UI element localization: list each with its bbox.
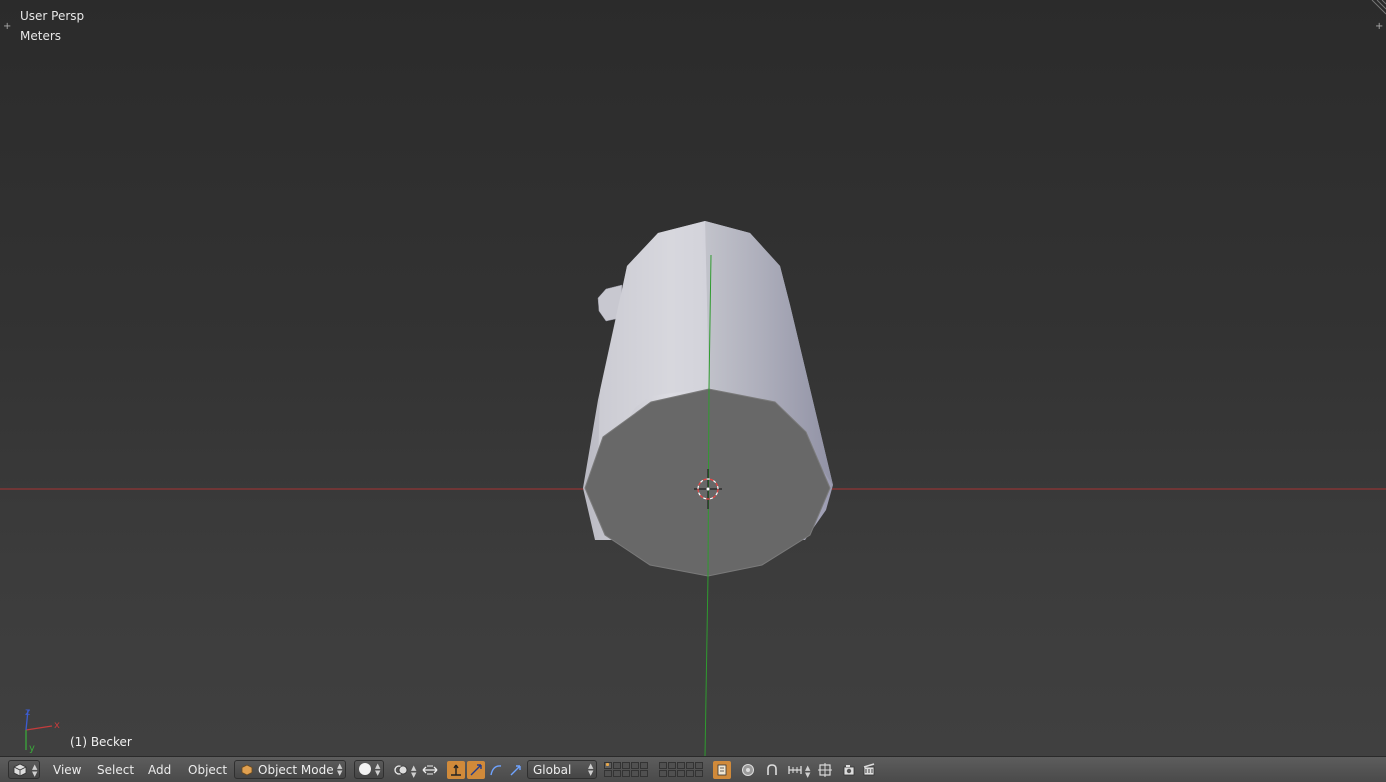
layer-active-dot-icon <box>606 763 609 766</box>
curve-manipulator-icon[interactable] <box>487 761 505 779</box>
gizmo-y-label: y <box>29 743 35 754</box>
layer-buttons-group-1[interactable] <box>604 762 650 778</box>
chevron-updown-icon: ▲ ▼ <box>411 764 417 779</box>
layer-buttons-group-2[interactable] <box>659 762 705 778</box>
solid-sphere-icon <box>359 763 371 775</box>
render-animation-icon[interactable] <box>860 761 878 779</box>
lock-scene-layers-icon[interactable] <box>713 761 731 779</box>
transform-orientation-label: Global <box>533 763 572 777</box>
cube-icon <box>13 763 27 777</box>
pivot-point-icon[interactable] <box>392 761 410 779</box>
transform-orientation-selector[interactable]: Global ▲ ▼ <box>527 760 597 779</box>
chevron-updown-icon: ▲ ▼ <box>375 762 381 777</box>
object-menu[interactable]: Object <box>188 760 227 780</box>
chevron-updown-icon: ▲ ▼ <box>32 763 38 778</box>
translate-manipulator-icon[interactable] <box>447 761 465 779</box>
select-menu[interactable]: Select <box>97 760 134 780</box>
snap-element-icon[interactable] <box>786 761 804 779</box>
mode-selector-label: Object Mode <box>258 763 334 777</box>
toolshelf-toggle-icon[interactable]: + <box>3 22 11 32</box>
add-menu[interactable]: Add <box>148 760 171 780</box>
snap-target-icon[interactable] <box>816 761 834 779</box>
snap-magnet-icon[interactable] <box>763 761 781 779</box>
chevron-updown-icon: ▲ ▼ <box>588 762 594 777</box>
gizmo-z-label: z <box>25 707 30 718</box>
active-object-label: (1) Becker <box>70 735 132 749</box>
properties-toggle-icon[interactable]: + <box>1375 22 1383 32</box>
scene-canvas: x z y <box>0 0 1386 756</box>
3d-viewport[interactable]: x z y User Persp Meters (1) Becker + + <box>0 0 1386 756</box>
scene-units-label: Meters <box>20 29 62 43</box>
proportional-editing-icon[interactable] <box>739 761 757 779</box>
editor-type-selector[interactable]: ▲ ▼ <box>8 760 40 779</box>
chevron-updown-icon: ▲ ▼ <box>805 764 811 779</box>
chevron-updown-icon: ▲ ▼ <box>337 762 343 777</box>
gizmo-x-label: x <box>54 720 60 731</box>
view-menu[interactable]: View <box>53 760 81 780</box>
area-split-corner-icon <box>1371 0 1386 15</box>
view-perspective-label: User Persp <box>20 9 85 23</box>
render-camera-icon[interactable] <box>840 761 858 779</box>
mode-selector[interactable]: Object Mode ▲ ▼ <box>234 760 346 779</box>
viewport-shading-selector[interactable]: ▲ ▼ <box>354 760 384 779</box>
object-mode-icon <box>241 764 253 776</box>
rotate-manipulator-icon[interactable] <box>467 761 485 779</box>
viewport-header: ▲ ▼ View Select Add Object Object Mode ▲ ▼… <box>0 756 1386 782</box>
manipulator-toggle-icon[interactable] <box>421 761 439 779</box>
scale-manipulator-icon[interactable] <box>507 761 525 779</box>
